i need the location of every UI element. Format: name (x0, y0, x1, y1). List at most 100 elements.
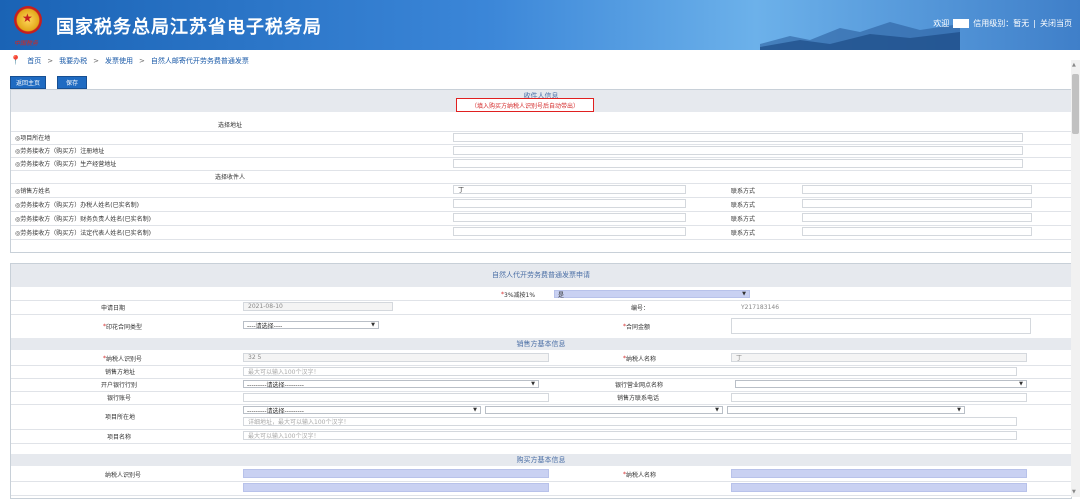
seller-phone-label: 销售方联系电话 (617, 395, 660, 402)
select-address-label: 选择地址 (217, 122, 242, 129)
project-loc-label: 项目所在地 (105, 414, 136, 421)
dropdown-arrow-icon: ▼ (473, 407, 477, 413)
address-option[interactable]: ◎项目所在地 (15, 131, 50, 144)
seller-tin-label: * 纳税人识别号 (103, 354, 143, 363)
stamp-type-select[interactable]: ----请选择---- ▼ (243, 321, 379, 330)
scroll-down-icon[interactable]: ▼ (1072, 489, 1076, 495)
apply-date-field[interactable]: 2021-08-10 (243, 302, 393, 311)
district-select[interactable]: ▼ (727, 406, 965, 414)
crumb-tax[interactable]: 我要办税 (59, 56, 87, 66)
recipient-option[interactable]: ◎劳务接收方（购买方）办税人姓名(已实名制) (15, 197, 139, 211)
user-name-box (953, 19, 970, 28)
seller-tin-field[interactable]: 32 5 (243, 353, 549, 362)
project-name-label: 项目名称 (107, 433, 132, 441)
select-recipient-label: 选择收件人 (214, 174, 245, 181)
project-loc-row: 项目所在地 ---------请选择--------- ▼ ▼ ▼ 详细地址，最大… (11, 404, 1071, 430)
province-select[interactable]: ---------请选择--------- ▼ (243, 406, 481, 415)
number-value: Y217183146 (741, 303, 780, 311)
crumb-sep: > (138, 57, 145, 65)
dropdown-arrow-icon: ▼ (371, 322, 375, 328)
seller-phone-field[interactable] (731, 393, 1027, 402)
scroll-thumb[interactable] (1072, 74, 1079, 134)
bank-row: 开户银行行别 ---------请选择--------- ▼ 银行营业网点名称 ▼ (11, 378, 1071, 392)
top-banner: ★ 中国税务 国家税务总局江苏省电子税务局 欢迎 信用级别：暂无 | 关闭当页 (0, 0, 1080, 50)
buyer-section-title: 购买方基本信息 (11, 454, 1071, 466)
tax-reduce-label: * 3%减按1% (501, 290, 536, 299)
tax-reduce-select[interactable]: 是 ▼ (554, 290, 750, 299)
header-divider: | (1033, 19, 1036, 28)
scroll-up-icon[interactable]: ▲ (1072, 62, 1076, 68)
credit-level: 信用级别：暂无 (973, 19, 1030, 28)
apply-date-label: 申请日期 (101, 304, 126, 312)
dropdown-arrow-icon: ▼ (957, 407, 961, 413)
application-title: 自然人代开劳务费普通发票申请 (11, 264, 1071, 287)
close-page-link[interactable]: 关闭当页 (1040, 18, 1072, 29)
buyer-tin-field[interactable] (243, 469, 549, 478)
crumb-sep: > (93, 57, 99, 65)
recipient-panel: 收件人信息 （填入购买方纳税人识别号后自动带出） 选择地址 ◎项目所在地 ◎劳务… (10, 89, 1072, 253)
buyer-extra-field[interactable] (243, 483, 549, 492)
address-row: ◎项目所在地 (11, 131, 1071, 145)
select-recipient-row: 选择收件人 (11, 170, 1071, 184)
dropdown-arrow-icon: ▼ (742, 291, 746, 297)
buyer-name-label: * 纳税人名称 (623, 470, 657, 479)
address-option[interactable]: ◎劳务接收方（购买方）生产经营地址 (15, 157, 116, 170)
application-panel: 自然人代开劳务费普通发票申请 * 3%减按1% 是 ▼ 申请日期 2021-08-1… (10, 263, 1072, 499)
detail-address-field[interactable]: 详细地址，最大可以输入100个汉字！ (243, 417, 1017, 426)
contact-label: 联系方式 (731, 201, 756, 209)
recipient-name-field[interactable] (453, 213, 686, 222)
site-title: 国家税务总局江苏省电子税务局 (56, 17, 322, 38)
seller-addr-field[interactable]: 最大可以输入100个汉字！ (243, 367, 1017, 376)
recipient-row: ◎劳务接收方（购买方）办税人姓名(已实名制) 联系方式 (11, 197, 1071, 212)
contact-field[interactable] (802, 199, 1032, 208)
dropdown-arrow-icon: ▼ (531, 381, 535, 387)
contact-field[interactable] (802, 213, 1032, 222)
recipient-row: ◎销售方姓名 丁 联系方式 (11, 183, 1071, 198)
page-scrollbar[interactable]: ▲ ▼ (1071, 60, 1080, 497)
city-select[interactable]: ▼ (485, 406, 723, 414)
dropdown-arrow-icon: ▼ (1019, 381, 1023, 387)
contact-field[interactable] (802, 185, 1032, 194)
account-field[interactable] (243, 393, 549, 402)
crumb-home[interactable]: 首页 (27, 56, 41, 66)
contract-amount-field[interactable] (731, 318, 1031, 334)
recipient-option[interactable]: ◎劳务接收方（购买方）财务负责人姓名(已实名制) (15, 211, 151, 225)
recipient-option[interactable]: ◎销售方姓名 (15, 183, 50, 197)
great-wall-icon (760, 22, 960, 50)
reg-address-field[interactable] (453, 146, 1023, 155)
welcome-text: 欢迎 (933, 19, 950, 28)
bank-select[interactable]: ---------请选择--------- ▼ (243, 380, 539, 389)
number-label: 编号： (631, 304, 650, 312)
emblem-caption: 中国税务 (14, 40, 39, 47)
crumb-invoice[interactable]: 发票使用 (105, 56, 133, 66)
select-address-row: 选择地址 (11, 118, 1071, 132)
seller-tin-row: * 纳税人识别号 32 5 * 纳税人名称 丁 (11, 351, 1071, 366)
back-home-button[interactable]: 返回主页 (10, 76, 46, 89)
contract-amount-label: * 合同金额 (623, 322, 651, 331)
account-label: 银行账号 (107, 395, 132, 402)
auto-fill-hint: （填入购买方纳税人识别号后自动带出） (456, 98, 594, 112)
recipient-option[interactable]: ◎劳务接收方（购买方）法定代表人姓名(已实名制) (15, 225, 151, 239)
save-button[interactable]: 保存 (57, 76, 87, 89)
project-address-field[interactable] (453, 133, 1023, 142)
seller-name-field[interactable]: 丁 (731, 353, 1027, 362)
address-option[interactable]: ◎劳务接收方（购买方）注册地址 (15, 144, 104, 157)
stamp-type-row: * 印花合同类型 ----请选择---- ▼ * 合同金额 (11, 314, 1071, 339)
address-row: ◎劳务接收方（购买方）生产经营地址 (11, 157, 1071, 171)
recipient-row: ◎劳务接收方（购买方）财务负责人姓名(已实名制) 联系方式 (11, 211, 1071, 226)
seller-addr-row: 销售方地址 最大可以输入100个汉字！ (11, 365, 1071, 379)
buyer-extra-field-2[interactable] (731, 483, 1027, 492)
project-name-field[interactable]: 最大可以输入100个汉字！ (243, 431, 1017, 440)
recipient-name-field[interactable]: 丁 (453, 185, 686, 194)
location-pin-icon: 📍 (10, 56, 22, 66)
recipient-name-field[interactable] (453, 199, 686, 208)
buyer-name-field[interactable] (731, 469, 1027, 478)
buyer-tin-row: 纳税人识别号 * 纳税人名称 (11, 467, 1071, 482)
recipient-name-field[interactable] (453, 227, 686, 236)
bank-branch-select[interactable]: ▼ (735, 380, 1027, 388)
crumb-sep: > (47, 57, 54, 65)
contact-field[interactable] (802, 227, 1032, 236)
seller-section-title: 销售方基本信息 (11, 338, 1071, 350)
biz-address-field[interactable] (453, 159, 1023, 168)
address-row: ◎劳务接收方（购买方）注册地址 (11, 144, 1071, 158)
